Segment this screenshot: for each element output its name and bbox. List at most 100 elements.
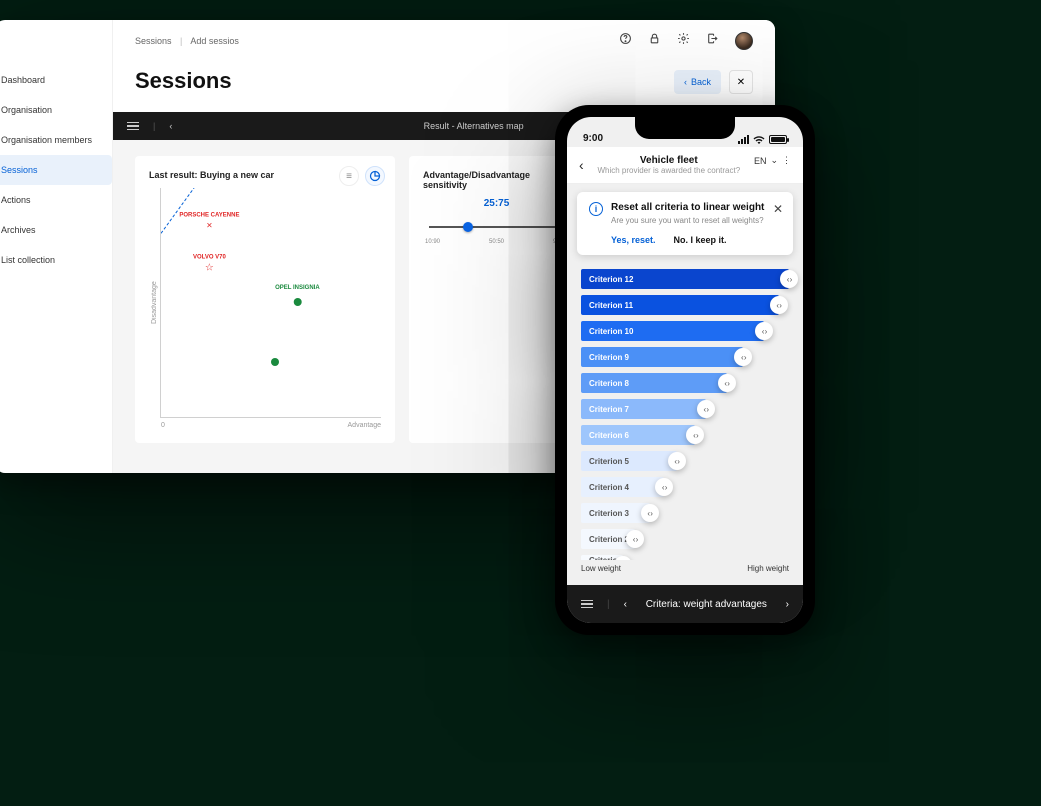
criterion-row: Criterion 12‹ › — [581, 269, 789, 289]
criterion-handle[interactable]: ‹ › — [734, 348, 752, 366]
footer-next-icon[interactable]: › — [786, 599, 789, 610]
crumb-add[interactable]: Add sessios — [190, 36, 239, 46]
criterion-handle[interactable]: ‹ › — [780, 270, 798, 288]
avatar[interactable] — [735, 32, 753, 50]
criterion-row: Criterion 1‹ › — [581, 555, 789, 560]
modal-cancel-button[interactable]: No. I keep it. — [674, 235, 727, 245]
gear-icon[interactable] — [677, 32, 690, 50]
chevron-down-icon: ⌄ — [770, 155, 778, 166]
logout-icon[interactable] — [706, 32, 719, 50]
scatter-point[interactable]: PORSCHE CAYENNE× — [179, 213, 239, 232]
criterion-bar: Criterion 6 — [581, 425, 695, 445]
lock-icon[interactable] — [648, 32, 661, 50]
page-title: Sessions — [135, 68, 232, 94]
modal-title: Reset all criteria to linear weight — [611, 202, 764, 213]
chevron-left-icon[interactable]: ‹ — [169, 121, 172, 131]
scatter-plot[interactable]: PORSCHE CAYENNE× VOLVO V70☆ OPEL INSIGNIA — [160, 188, 381, 418]
close-icon: ✕ — [737, 77, 745, 88]
criterion-bar: Criterion 12 — [581, 269, 789, 289]
criterion-row: Criterion 5‹ › — [581, 451, 789, 471]
slider-tick: 50:50 — [489, 239, 504, 245]
criterion-handle[interactable]: ‹ › — [686, 426, 704, 444]
phone-footer: | ‹ Criteria: weight advantages › — [567, 585, 803, 623]
statusbar-time: 9:00 — [583, 133, 603, 144]
more-icon[interactable]: ⋮ — [782, 155, 791, 166]
phone-subtitle: Which provider is awarded the contract? — [592, 166, 746, 175]
sidebar-item-organisation-members[interactable]: Organisation members — [0, 125, 112, 155]
scatter-point[interactable]: VOLVO V70☆ — [193, 254, 226, 273]
criterion-handle[interactable]: ‹ › — [755, 322, 773, 340]
criterion-row: Criterion 2‹ › — [581, 529, 789, 549]
criterion-handle[interactable]: ‹ › — [626, 530, 644, 548]
list-view-icon[interactable]: ≡ — [339, 166, 359, 186]
scatter-point[interactable] — [271, 353, 279, 371]
scatter-point[interactable]: OPEL INSIGNIA — [275, 285, 320, 311]
criterion-handle[interactable]: ‹ › — [668, 452, 686, 470]
hamburger-icon[interactable] — [127, 122, 139, 131]
sidebar-item-dashboard[interactable]: Dashboard — [0, 65, 112, 95]
footer-title: Criteria: weight advantages — [641, 599, 772, 610]
criterion-bar: Criterion 10 — [581, 321, 764, 341]
criterion-row: Criterion 11‹ › — [581, 295, 789, 315]
language-select[interactable]: EN — [754, 156, 767, 166]
sidebar-item-list-collection[interactable]: List collection — [0, 245, 112, 275]
breadcrumb: Sessions | Add sessios — [135, 36, 239, 46]
x-axis-origin: 0 — [161, 422, 165, 429]
criterion-bar: Criterion 11 — [581, 295, 779, 315]
criterion-row: Criterion 8‹ › — [581, 373, 789, 393]
criterion-handle[interactable]: ‹ › — [697, 400, 715, 418]
battery-icon — [769, 135, 787, 144]
sensitivity-ratio: 25:75 — [423, 198, 570, 209]
hamburger-icon[interactable] — [581, 600, 593, 609]
criterion-bar: Criterion 7 — [581, 399, 706, 419]
close-button[interactable]: ✕ — [729, 70, 753, 94]
reset-modal: i Reset all criteria to linear weight ✕ … — [577, 192, 793, 255]
slider-ticks: 10:9050:5090:10 — [425, 239, 568, 245]
crumb-sessions[interactable]: Sessions — [135, 36, 172, 46]
criterion-bar: Criterion 4 — [581, 477, 664, 497]
info-icon: i — [589, 202, 603, 216]
wifi-icon — [753, 135, 765, 144]
sidebar-item-sessions[interactable]: Sessions — [0, 155, 112, 185]
criterion-row: Criterion 9‹ › — [581, 347, 789, 367]
topbar: Sessions | Add sessios — [113, 20, 775, 62]
help-icon[interactable] — [619, 32, 632, 50]
criterion-bar: Criterion 9 — [581, 347, 743, 367]
criterion-bar: Criterion 3 — [581, 503, 650, 523]
criteria-list: Criterion 12‹ ›Criterion 11‹ ›Criterion … — [567, 263, 803, 560]
criterion-handle[interactable]: ‹ › — [641, 504, 659, 522]
weight-low-label: Low weight — [581, 564, 621, 573]
sidebar-item-actions[interactable]: Actions — [0, 185, 112, 215]
sensitivity-slider[interactable] — [429, 215, 564, 239]
criterion-bar: Criterion 8 — [581, 373, 727, 393]
criterion-row: Criterion 7‹ › — [581, 399, 789, 419]
chevron-left-icon: ‹ — [684, 77, 687, 87]
criterion-row: Criterion 4‹ › — [581, 477, 789, 497]
signal-icon — [738, 135, 749, 144]
x-axis-label: Advantage — [348, 422, 381, 429]
back-button[interactable]: ‹ Back — [674, 70, 721, 94]
criterion-handle[interactable]: ‹ › — [655, 478, 673, 496]
phone-mock: 9:00 ‹ Vehicle fleet Which provider is a… — [555, 105, 815, 635]
scatter-card: Last result: Buying a new car ≡ Disadvan… — [135, 156, 395, 443]
phone-back-button[interactable]: ‹ — [579, 155, 584, 173]
slider-tick: 10:90 — [425, 239, 440, 245]
modal-confirm-button[interactable]: Yes, reset. — [611, 235, 656, 245]
sidebar-item-archives[interactable]: Archives — [0, 215, 112, 245]
slider-knob[interactable] — [463, 222, 473, 232]
criterion-row: Criterion 3‹ › — [581, 503, 789, 523]
sidebar: DashboardOrganisationOrganisation member… — [0, 20, 113, 473]
criterion-bar: Criterion 5 — [581, 451, 677, 471]
y-axis-label: Disadvantage — [149, 188, 160, 418]
modal-subtitle: Are you sure you want to reset all weigh… — [611, 216, 781, 225]
footer-prev-icon[interactable]: ‹ — [624, 599, 627, 610]
chart-view-icon[interactable] — [365, 166, 385, 186]
criterion-row: Criterion 10‹ › — [581, 321, 789, 341]
sensitivity-title: Advantage/Disadvantage sensitivity — [423, 170, 570, 190]
phone-title: Vehicle fleet — [592, 155, 746, 166]
criterion-handle[interactable]: ‹ › — [770, 296, 788, 314]
criterion-handle[interactable]: ‹ › — [718, 374, 736, 392]
sidebar-item-organisation[interactable]: Organisation — [0, 95, 112, 125]
modal-close-icon[interactable]: ✕ — [773, 202, 783, 216]
criterion-row: Criterion 6‹ › — [581, 425, 789, 445]
